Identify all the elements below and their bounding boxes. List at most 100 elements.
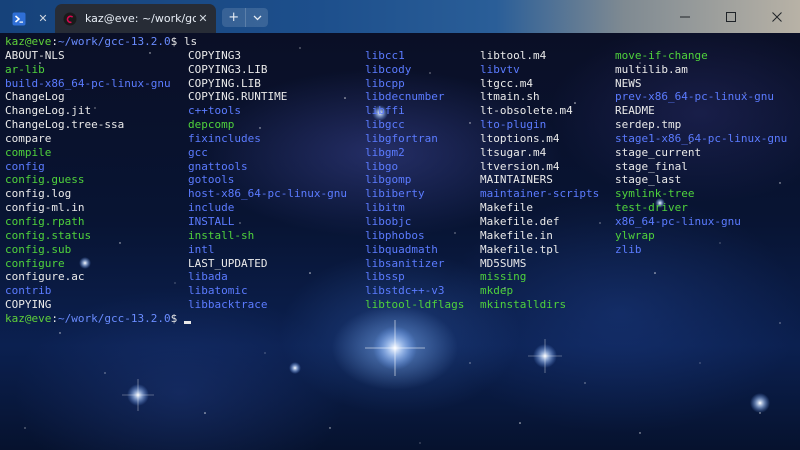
file-entry: ChangeLog.tree-ssa: [5, 118, 125, 132]
file-entry: LAST_UPDATED: [188, 256, 268, 270]
file-entry: configure: [5, 256, 65, 270]
file-entry: config.rpath: [5, 214, 85, 228]
prompt-path: ~/work/gcc-13.2.0: [57, 35, 171, 48]
file-entry: config.log: [5, 187, 72, 201]
debian-icon: [63, 12, 77, 26]
file-entry: install-sh: [188, 228, 255, 242]
file-entry: config: [5, 159, 45, 173]
file-entry: ltoptions.m4: [480, 131, 560, 145]
text-cursor: [183, 320, 191, 324]
file-entry: libgo: [365, 159, 399, 173]
file-entry: libgm2: [365, 145, 405, 159]
file-entry: libsanitizer: [365, 256, 445, 270]
file-entry: mkinstalldirs: [480, 298, 567, 312]
file-entry: c++tools: [188, 104, 241, 118]
file-entry: contrib: [5, 284, 52, 298]
file-entry: libobjc: [365, 214, 412, 228]
file-entry: libgomp: [365, 173, 412, 187]
file-entry: build-x86_64-pc-linux-gnu: [5, 76, 171, 90]
file-entry: libtool.m4: [480, 48, 547, 62]
file-entry: stage1-x86_64-pc-linux-gnu: [615, 131, 788, 145]
new-tab-group: +: [222, 8, 268, 27]
file-entry: compile: [5, 145, 52, 159]
title-bar[interactable]: ✕ kaz@eve: ~/work/gcc-13.2.0 ✕ +: [0, 0, 800, 33]
file-entry: COPYING.LIB: [188, 76, 261, 90]
close-icon[interactable]: [754, 0, 800, 33]
file-entry: COPYING3.LIB: [188, 62, 268, 76]
file-entry: libssp: [365, 270, 405, 284]
file-entry: fixincludes: [188, 131, 261, 145]
ls-column: COPYING3 COPYING3.LIB COPYING.LIB COPYING.R…: [188, 49, 347, 312]
file-entry: libatomic: [188, 284, 248, 298]
prompt-user: kaz@eve: [5, 35, 52, 48]
file-entry: host-x86_64-pc-linux-gnu: [188, 187, 347, 201]
ls-output: ABOUT-NLS ar-lib build-x86_64-pc-linux-gnu…: [5, 49, 787, 312]
file-entry: test-driver: [615, 201, 688, 215]
file-entry: lt-obsolete.m4: [480, 104, 573, 118]
terminal-window: ✕ kaz@eve: ~/work/gcc-13.2.0 ✕ +: [0, 0, 800, 450]
file-entry: gotools: [188, 173, 235, 187]
file-entry: Makefile.tpl: [480, 242, 560, 256]
file-entry: mkdep: [480, 284, 514, 298]
file-entry: ylwrap: [615, 228, 655, 242]
file-entry: COPYING.RUNTIME: [188, 90, 288, 104]
file-entry: symlink-tree: [615, 187, 695, 201]
file-entry: maintainer-scripts: [480, 187, 600, 201]
tab-title: kaz@eve: ~/work/gcc-13.2.0: [85, 12, 196, 25]
prompt-line[interactable]: kaz@eve:~/work/gcc-13.2.0$: [5, 312, 197, 326]
file-entry: config.sub: [5, 242, 72, 256]
file-entry: zlib: [615, 242, 642, 256]
file-entry: config.status: [5, 228, 92, 242]
tab-debian[interactable]: kaz@eve: ~/work/gcc-13.2.0 ✕: [55, 4, 216, 33]
file-entry: lto-plugin: [480, 118, 547, 132]
file-entry: libffi: [365, 104, 405, 118]
file-entry: include: [188, 201, 235, 215]
file-entry: COPYING: [5, 298, 52, 312]
chevron-down-icon[interactable]: [246, 8, 268, 27]
file-entry: move-if-change: [615, 48, 708, 62]
tab-powershell[interactable]: ✕: [4, 4, 52, 33]
file-entry: ChangeLog.jit: [5, 104, 92, 118]
file-entry: libcc1: [365, 48, 405, 62]
file-entry: MD5SUMS: [480, 256, 527, 270]
ls-column: libtool.m4 libvtv ltgcc.m4 ltmain.sh lt-obso…: [480, 49, 599, 312]
file-entry: stage_current: [615, 145, 702, 159]
file-entry: libada: [188, 270, 228, 284]
terminal-area[interactable]: kaz@eve:~/work/gcc-13.2.0$ ls ABOUT-NLS a…: [0, 33, 800, 450]
file-entry: ChangeLog: [5, 90, 65, 104]
maximize-icon[interactable]: [708, 0, 754, 33]
file-entry: README: [615, 104, 655, 118]
file-entry: compare: [5, 131, 52, 145]
file-entry: stage_last: [615, 173, 682, 187]
ls-column: ABOUT-NLS ar-lib build-x86_64-pc-linux-gnu…: [5, 49, 171, 312]
file-entry: libtool-ldflags: [365, 298, 465, 312]
prompt-line: kaz@eve:~/work/gcc-13.2.0$ ls: [5, 35, 198, 48]
file-entry: gnattools: [188, 159, 248, 173]
minimize-icon[interactable]: [662, 0, 708, 33]
file-entry: depcomp: [188, 118, 235, 132]
file-entry: libstdc++-v3: [365, 284, 445, 298]
file-entry: multilib.am: [615, 62, 688, 76]
file-entry: libgcc: [365, 118, 405, 132]
file-entry: intl: [188, 242, 215, 256]
file-entry: missing: [480, 270, 527, 284]
new-tab-plus-icon[interactable]: +: [222, 8, 247, 27]
tab-close-icon[interactable]: ✕: [196, 12, 210, 26]
file-entry: x86_64-pc-linux-gnu: [615, 214, 741, 228]
file-entry: ltsugar.m4: [480, 145, 547, 159]
file-entry: libdecnumber: [365, 90, 445, 104]
file-entry: INSTALL: [188, 214, 235, 228]
file-entry: ltgcc.m4: [480, 76, 533, 90]
tab-close-icon[interactable]: ✕: [36, 12, 50, 26]
file-entry: libbacktrace: [188, 298, 268, 312]
file-entry: ltmain.sh: [480, 90, 540, 104]
file-entry: ABOUT-NLS: [5, 48, 65, 62]
file-entry: ar-lib: [5, 62, 45, 76]
file-entry: Makefile.in: [480, 228, 553, 242]
prompt-path: ~/work/gcc-13.2.0: [57, 311, 171, 325]
file-entry: libphobos: [365, 228, 425, 242]
file-entry: Makefile.def: [480, 214, 560, 228]
file-entry: libitm: [365, 201, 405, 215]
file-entry: Makefile: [480, 201, 533, 215]
file-entry: libquadmath: [365, 242, 438, 256]
